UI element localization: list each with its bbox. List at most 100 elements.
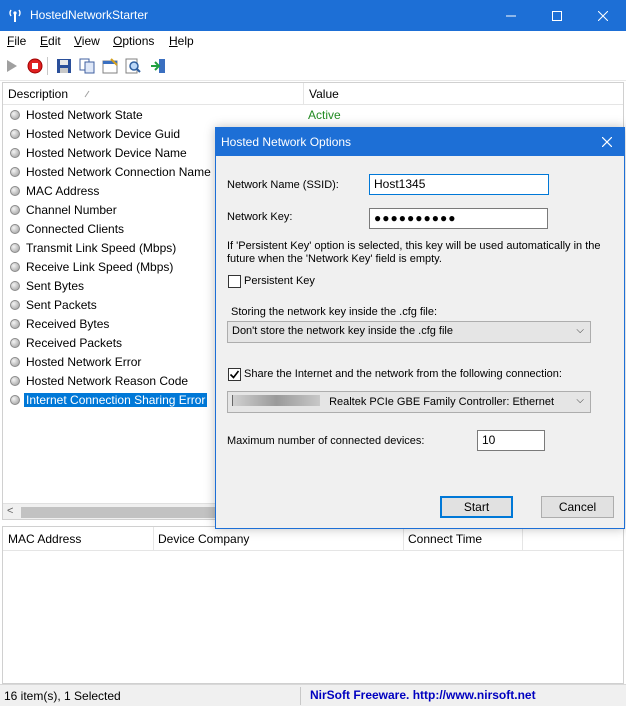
persistent-key-checkbox[interactable]: [228, 275, 241, 288]
column-divider[interactable]: [303, 83, 304, 105]
menu-view[interactable]: View: [74, 34, 100, 48]
property-bullet-icon: [10, 186, 20, 196]
persistent-key-label[interactable]: Persistent Key: [244, 275, 315, 287]
property-bullet-icon: [10, 376, 20, 386]
property-bullet-icon: [10, 129, 20, 139]
status-item-count: 16 item(s), 1 Selected: [4, 689, 121, 703]
cancel-button[interactable]: Cancel: [541, 496, 614, 518]
dialog-close-button[interactable]: [590, 128, 624, 156]
list-item-label: Sent Bytes: [26, 279, 85, 293]
save-toolbar-button[interactable]: [54, 56, 74, 76]
menu-bar: File Edit View Options Help: [0, 31, 626, 51]
storing-key-dropdown[interactable]: Don't store the network key inside the .…: [227, 321, 591, 343]
start-button[interactable]: Start: [440, 496, 513, 518]
ssid-label: Network Name (SSID):: [227, 179, 339, 191]
redacted-connection-name: [232, 395, 320, 406]
list-item-label: Hosted Network Reason Code: [26, 374, 189, 388]
list-item-label: Received Bytes: [26, 317, 110, 331]
property-bullet-icon: [10, 262, 20, 272]
column-description[interactable]: Description: [8, 87, 68, 101]
list-item-label: Receive Link Speed (Mbps): [26, 260, 174, 274]
property-bullet-icon: [10, 205, 20, 215]
status-divider: [300, 687, 301, 705]
menu-options[interactable]: Options: [113, 34, 154, 48]
share-internet-checkbox[interactable]: [228, 368, 241, 381]
dialog-title-bar: Hosted Network Options: [216, 128, 624, 156]
column-divider[interactable]: [522, 527, 523, 551]
minimize-button[interactable]: [488, 0, 534, 31]
list-item[interactable]: Hosted Network State Active: [3, 106, 623, 125]
find-toolbar-button[interactable]: [123, 56, 143, 76]
property-bullet-icon: [10, 110, 20, 120]
list-item-label: Transmit Link Speed (Mbps): [26, 241, 177, 255]
chevron-down-icon: ⌵: [576, 395, 584, 406]
column-connect-time[interactable]: Connect Time: [408, 532, 482, 546]
max-devices-input[interactable]: 10: [477, 430, 545, 451]
stop-toolbar-button[interactable]: [25, 56, 45, 76]
exit-toolbar-button[interactable]: [148, 56, 168, 76]
property-bullet-icon: [10, 281, 20, 291]
max-devices-label: Maximum number of connected devices:: [227, 435, 425, 447]
list-item-label: MAC Address: [26, 184, 100, 198]
persistent-key-info-line1: If 'Persistent Key' option is selected, …: [227, 240, 601, 252]
dialog-title: Hosted Network Options: [221, 135, 352, 149]
play-icon: [7, 60, 17, 72]
main-title-bar: HostedNetworkStarter: [0, 0, 626, 31]
list-item-label: Internet Connection Sharing Error: [24, 393, 208, 407]
column-divider[interactable]: [403, 527, 404, 551]
hosted-network-options-dialog: Hosted Network Options Network Name (SSI…: [215, 127, 625, 529]
list-item-label: Hosted Network Connection Name: [26, 165, 211, 179]
menu-file[interactable]: File: [7, 34, 26, 48]
property-bullet-icon: [10, 357, 20, 367]
close-icon: [598, 10, 608, 21]
scrollbar-thumb[interactable]: [21, 507, 221, 518]
connection-selected: Realtek PCIe GBE Family Controller: Ethe…: [329, 396, 555, 408]
list-item-label: Sent Packets: [26, 298, 97, 312]
network-key-label: Network Key:: [227, 211, 293, 223]
ssid-input[interactable]: Host1345: [369, 174, 549, 195]
menu-edit[interactable]: Edit: [40, 34, 61, 48]
floppy-disk-icon: [57, 59, 71, 73]
toolbar-separator: [47, 57, 48, 75]
connection-dropdown[interactable]: Realtek PCIe GBE Family Controller: Ethe…: [227, 391, 591, 413]
property-bullet-icon: [10, 224, 20, 234]
column-value[interactable]: Value: [309, 87, 339, 101]
clients-list-header: MAC Address Device Company Connect Time: [3, 527, 623, 551]
close-icon: [602, 137, 612, 147]
menu-help[interactable]: Help: [169, 34, 194, 48]
sort-indicator-icon: [84, 90, 90, 98]
nirsoft-link[interactable]: NirSoft Freeware. http://www.nirsoft.net: [310, 688, 536, 702]
maximize-button[interactable]: [534, 0, 580, 31]
property-bullet-icon: [10, 243, 20, 253]
column-divider[interactable]: [153, 527, 154, 551]
checkmark-icon: [229, 370, 240, 379]
storing-key-selected: Don't store the network key inside the .…: [232, 325, 453, 337]
minimize-icon: [506, 15, 516, 16]
share-internet-label[interactable]: Share the Internet and the network from …: [244, 368, 562, 380]
wifi-antenna-icon: [9, 9, 21, 22]
properties-toolbar-button[interactable]: [100, 56, 120, 76]
clients-list[interactable]: MAC Address Device Company Connect Time: [2, 526, 624, 684]
list-item-value: Active: [308, 108, 341, 122]
chevron-down-icon: ⌵: [576, 325, 584, 336]
column-mac-address[interactable]: MAC Address: [8, 532, 81, 546]
list-item-label: Channel Number: [26, 203, 117, 217]
status-bar: 16 item(s), 1 Selected NirSoft Freeware.…: [0, 684, 626, 706]
property-bullet-icon: [10, 338, 20, 348]
stop-icon: [27, 58, 43, 74]
property-bullet-icon: [10, 395, 20, 405]
close-button[interactable]: [580, 0, 626, 31]
list-item-label: Connected Clients: [26, 222, 125, 236]
network-key-input[interactable]: ●●●●●●●●●●: [369, 208, 548, 229]
maximize-icon: [552, 10, 562, 21]
list-item-label: Hosted Network Error: [26, 355, 142, 369]
scroll-left-arrow-icon[interactable]: <: [7, 505, 13, 517]
toolbar: [0, 51, 626, 81]
list-item-label: Hosted Network Device Guid: [26, 127, 181, 141]
start-toolbar-button[interactable]: [2, 56, 22, 76]
list-header: Description Value: [3, 83, 623, 105]
column-device-company[interactable]: Device Company: [158, 532, 249, 546]
copy-toolbar-button[interactable]: [77, 56, 97, 76]
property-bullet-icon: [10, 148, 20, 158]
exit-arrow-icon: [151, 59, 165, 73]
